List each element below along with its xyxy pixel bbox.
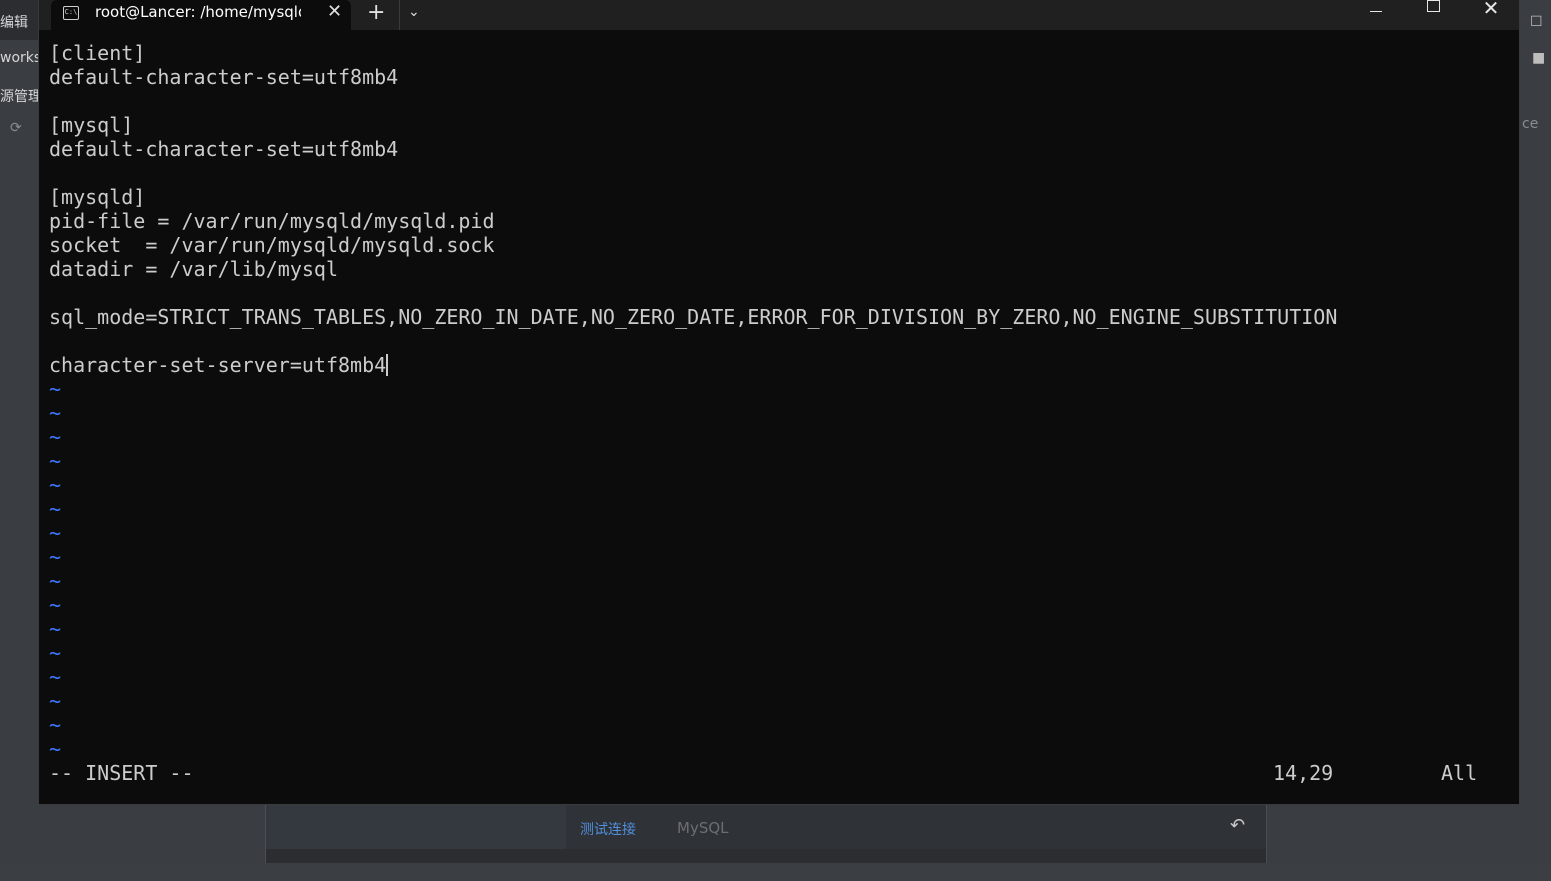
empty-line-marker: ~ [49, 473, 62, 497]
empty-line-marker: ~ [49, 569, 62, 593]
background-sidebar-item-edit[interactable]: 编辑 [0, 12, 38, 46]
panel-toggle-icon[interactable]: ☐ [1530, 14, 1543, 30]
empty-line-marker: ~ [49, 593, 62, 617]
background-sidebar-item-explorer[interactable]: 源管理器 [0, 86, 38, 120]
empty-line-marker: ~ [49, 377, 62, 401]
minimize-icon [1370, 11, 1382, 12]
stop-icon[interactable]: ■ [1532, 50, 1545, 66]
empty-line-marker: ~ [49, 545, 62, 569]
buffer-line: sql_mode=STRICT_TRANS_TABLES,NO_ZERO_IN_… [49, 305, 1338, 329]
new-tab-button[interactable]: + [367, 0, 385, 25]
background-connection-dialog: 测试连接 MySQL ↶ [265, 805, 1267, 863]
test-connection-link[interactable]: 测试连接 [580, 819, 636, 839]
db-type-label: MySQL [677, 819, 729, 837]
buffer-line: [mysqld] [49, 185, 146, 209]
buffer-line: [mysql] [49, 113, 134, 137]
vim-editor-buffer[interactable]: [client] default-character-set=utf8mb4 [… [49, 41, 1509, 761]
current-line-text: character-set-server=utf8mb4 [49, 353, 387, 377]
maximize-button[interactable] [1405, 0, 1461, 30]
empty-line-marker: ~ [49, 521, 62, 545]
empty-line-marker: ~ [49, 713, 62, 737]
buffer-line [49, 161, 1509, 185]
empty-line-marker: ~ [49, 449, 62, 473]
empty-line-marker: ~ [49, 401, 62, 425]
buffer-line: datadir = /var/lib/mysql [49, 257, 338, 281]
empty-line-marker: ~ [49, 425, 62, 449]
minimize-button[interactable] [1348, 0, 1404, 30]
close-icon: ✕ [1482, 0, 1500, 20]
tab-close-icon[interactable]: ✕ [327, 1, 342, 22]
dialog-left-pane [266, 805, 566, 850]
buffer-line: socket = /var/run/mysqld/mysqld.sock [49, 233, 495, 257]
empty-line-marker: ~ [49, 665, 62, 689]
text-cursor [386, 354, 389, 376]
buffer-line: [client] [49, 41, 146, 65]
terminal-prompt-icon: C:\ [63, 6, 79, 20]
terminal-window: C:\ root@Lancer: /home/mysqld ✕ + ⌄ ✕ [c… [38, 0, 1520, 805]
mode-indicator: -- INSERT -- [49, 761, 194, 785]
scroll-indicator: All [1441, 761, 1478, 785]
vim-status-line: -- INSERT -- 14,29 All [49, 761, 1489, 785]
background-sidebar-item-works[interactable]: works [0, 50, 38, 84]
background-app-right-panel: ☐ ■ ce [1520, 0, 1551, 863]
terminal-titlebar: C:\ root@Lancer: /home/mysqld ✕ + ⌄ ✕ [39, 0, 1519, 30]
buffer-line [49, 329, 1509, 353]
buffer-line: pid-file = /var/run/mysqld/mysqld.pid [49, 209, 495, 233]
buffer-line-current: character-set-server=utf8mb4 [49, 353, 1509, 377]
tab-title: root@Lancer: /home/mysqld [95, 3, 301, 21]
empty-line-marker: ~ [49, 497, 62, 521]
buffer-line: default-character-set=utf8mb4 [49, 65, 399, 89]
undo-icon[interactable]: ↶ [1230, 815, 1245, 836]
buffer-line [49, 89, 1509, 113]
tab-dropdown-button[interactable]: ⌄ [399, 0, 430, 30]
chevron-down-icon: ⌄ [408, 4, 420, 20]
empty-lines: ~ ~ ~ ~ ~ ~ ~ ~ ~ ~ ~ ~ ~ ~ ~ ~ [49, 377, 1509, 761]
background-app-sidebar: 编辑 works 源管理器 ⟳ [0, 15, 38, 863]
empty-line-marker: ~ [49, 641, 62, 665]
terminal-tab[interactable]: C:\ root@Lancer: /home/mysqld ✕ [51, 0, 351, 30]
empty-line-marker: ~ [49, 689, 62, 713]
buffer-line [49, 281, 1509, 305]
buffer-line: default-character-set=utf8mb4 [49, 137, 399, 161]
empty-line-marker: ~ [49, 617, 62, 641]
right-panel-partial-text: ce [1522, 116, 1539, 132]
close-window-button[interactable]: ✕ [1463, 0, 1519, 30]
maximize-icon [1426, 0, 1440, 12]
empty-line-marker: ~ [49, 737, 62, 761]
cursor-position: 14,29 [1273, 761, 1334, 785]
